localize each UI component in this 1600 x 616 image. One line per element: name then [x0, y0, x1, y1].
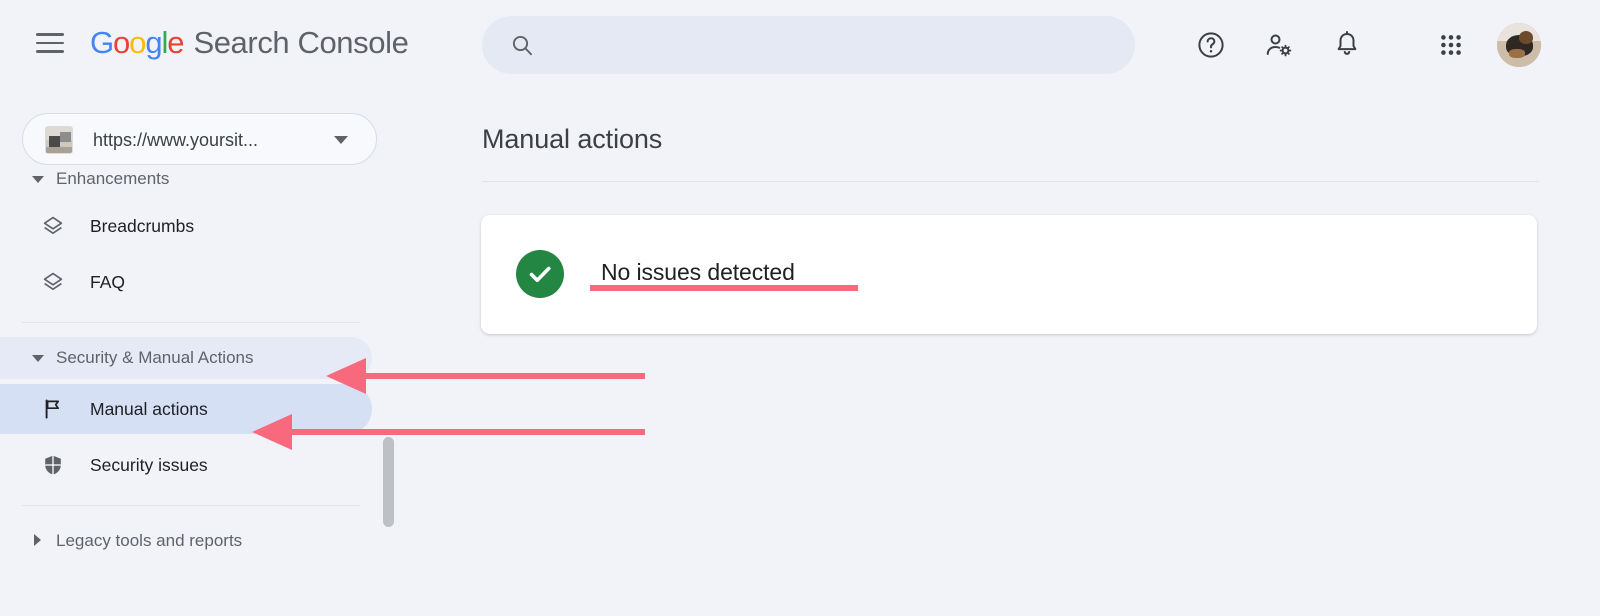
sidebar-scrollbar[interactable] — [383, 437, 397, 527]
avatar-subject-detail — [1509, 49, 1525, 58]
site-favicon — [45, 126, 73, 154]
sidebar-section-enhancements[interactable]: Enhancements — [0, 160, 404, 198]
triangle-down-icon — [32, 355, 44, 362]
sidebar-item-label: Security issues — [90, 455, 208, 475]
chevron-down-icon — [334, 136, 348, 144]
help-icon[interactable] — [1192, 26, 1230, 64]
avatar-subject-head — [1519, 31, 1533, 44]
avatar[interactable] — [1497, 23, 1541, 67]
google-wordmark: Google — [90, 25, 185, 60]
product-name: Search Console — [193, 25, 409, 60]
search-input[interactable] — [550, 16, 1110, 74]
google-letter-g2: g — [145, 25, 162, 60]
layers-icon — [40, 213, 66, 239]
hamburger-bar — [36, 41, 64, 44]
sidebar-section-label: Enhancements — [56, 169, 170, 188]
status-message: No issues detected — [601, 259, 795, 285]
sidebar-section-legacy-tools-and-reports[interactable]: Legacy tools and reports — [0, 518, 404, 564]
sidebar-section-label: Legacy tools and reports — [56, 531, 243, 550]
sidebar-divider — [22, 505, 360, 506]
google-letter-o1: o — [113, 25, 130, 60]
sidebar-scrollbar-thumb[interactable] — [383, 437, 394, 527]
sidebar-section-label: Security & Manual Actions — [56, 348, 254, 367]
check-circle-icon — [516, 250, 564, 298]
apps-grid-icon[interactable] — [1432, 26, 1470, 64]
shield-icon — [40, 452, 66, 478]
account-settings-icon[interactable] — [1260, 26, 1298, 64]
google-letter-g: G — [90, 25, 114, 60]
page-title: Manual actions — [482, 124, 663, 154]
sidebar-nav: Enhancements Breadcrumbs FAQ Security & … — [0, 168, 404, 564]
notifications-icon[interactable] — [1328, 26, 1366, 64]
hamburger-bar — [36, 33, 64, 36]
sidebar-item-faq[interactable]: FAQ — [0, 254, 404, 310]
brand-logo[interactable]: Google Search Console — [90, 21, 409, 65]
sidebar: https://www.yoursit... Enhancements Brea… — [0, 90, 404, 616]
sidebar-item-label: FAQ — [90, 272, 126, 292]
sidebar-section-security-and-manual-actions[interactable]: Security & Manual Actions — [0, 335, 404, 381]
property-selector[interactable]: https://www.yoursit... — [22, 113, 377, 165]
google-letter-e: e — [167, 25, 184, 60]
search-bar[interactable] — [482, 16, 1135, 74]
hamburger-bar — [36, 50, 64, 53]
sidebar-item-breadcrumbs[interactable]: Breadcrumbs — [0, 198, 404, 254]
sidebar-divider — [22, 322, 360, 323]
search-icon — [512, 35, 532, 56]
main-content: Manual actions No issues detected — [404, 90, 1600, 616]
property-selector-value: https://www.yoursit... — [93, 130, 259, 150]
layers-icon — [40, 269, 66, 295]
triangle-down-icon — [32, 176, 44, 183]
google-letter-o2: o — [129, 25, 146, 60]
manual-actions-status-card: No issues detected — [481, 215, 1537, 334]
sidebar-item-security-issues[interactable]: Security issues — [0, 437, 404, 493]
title-divider — [482, 181, 1539, 182]
sidebar-item-manual-actions[interactable]: Manual actions — [0, 381, 404, 437]
sidebar-item-label: Breadcrumbs — [90, 216, 195, 236]
hamburger-menu-icon[interactable] — [36, 33, 64, 55]
triangle-right-icon — [34, 534, 41, 546]
sidebar-item-label: Manual actions — [90, 399, 208, 419]
top-app-bar: Google Search Console — [0, 0, 1600, 90]
flag-icon — [40, 396, 66, 422]
